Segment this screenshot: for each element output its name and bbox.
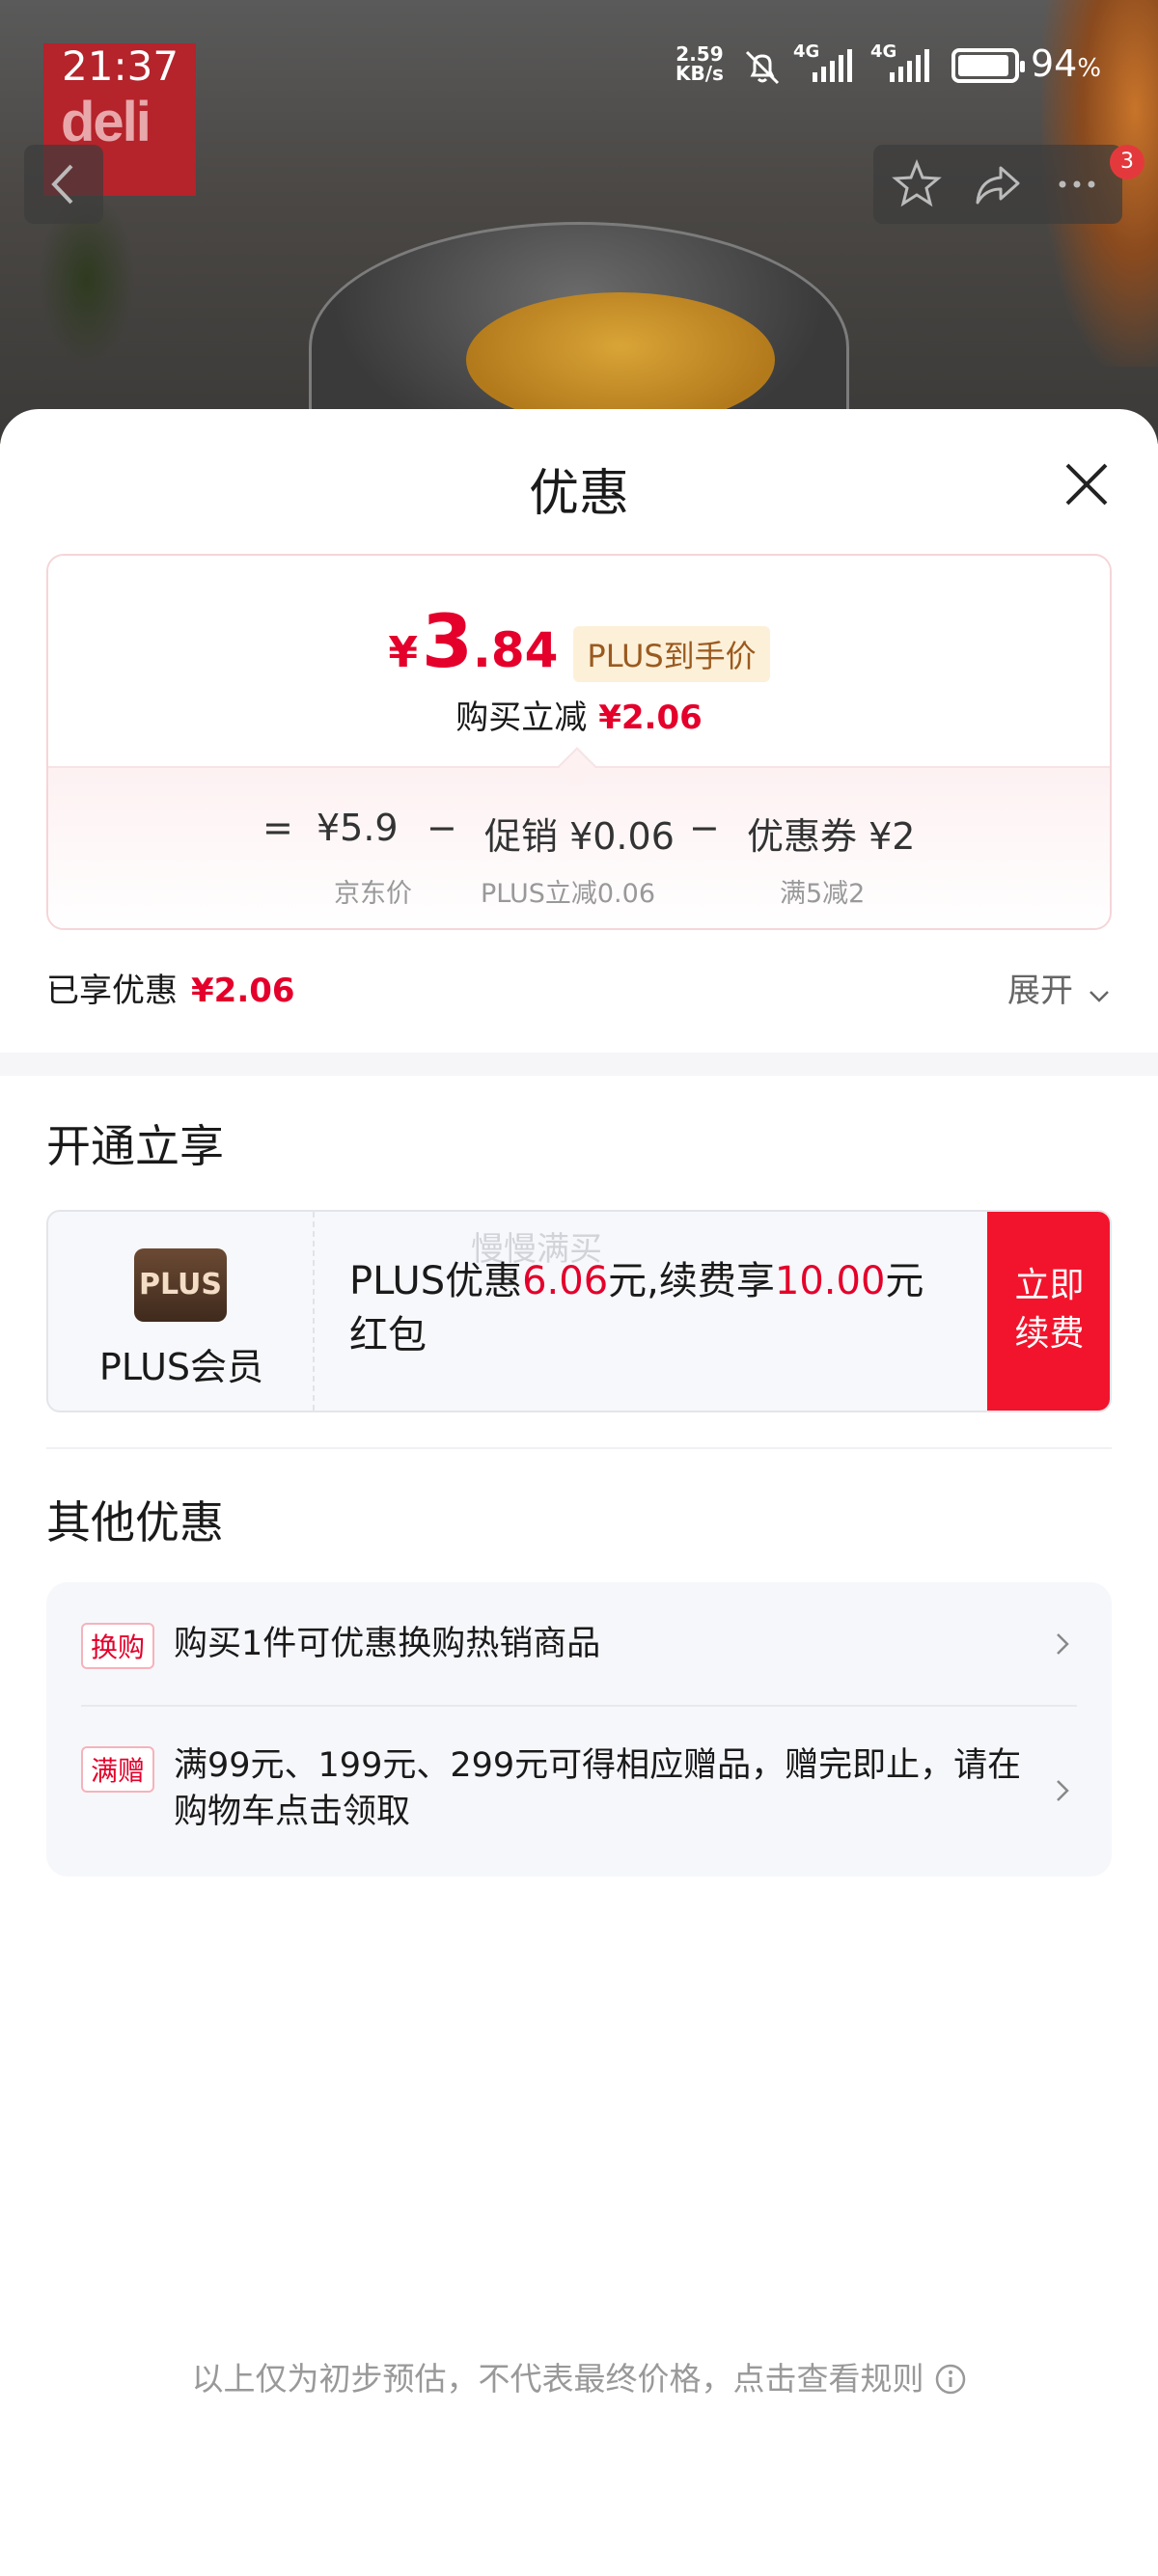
exchange-text: 购买1件可优惠换购热销商品 bbox=[174, 1625, 601, 1663]
plus-offer-text: PLUS优惠6.06元,续费享10.00元红包 bbox=[349, 1259, 924, 1357]
minus-sign: − bbox=[427, 807, 457, 849]
thin-divider bbox=[46, 1447, 1112, 1449]
sheet-title: 优惠 bbox=[528, 465, 629, 523]
jd-price-label: 京东价 bbox=[334, 879, 412, 909]
nav-actions bbox=[873, 145, 1122, 224]
renew-button[interactable]: 立即 续费 bbox=[987, 1212, 1110, 1411]
plus-logo: PLUS bbox=[134, 1248, 227, 1322]
close-icon[interactable] bbox=[1060, 457, 1114, 511]
product-orange bbox=[466, 292, 775, 427]
net-speed: 2.59 KB/s bbox=[676, 42, 724, 85]
chevron-right-icon[interactable] bbox=[1050, 1778, 1075, 1803]
signal-1-icon: 4G bbox=[793, 41, 861, 82]
coupon-value: 优惠券 ¥2 bbox=[747, 815, 916, 858]
price-breakdown: = ¥5.9 京东价 − 促销 ¥0.06 PLUS立减0.06 − 优惠券 ¥… bbox=[48, 766, 1110, 928]
notification-badge: 3 bbox=[1110, 145, 1144, 179]
promo-label: PLUS立减0.06 bbox=[481, 879, 655, 909]
share-icon[interactable] bbox=[972, 158, 1024, 210]
status-bar: 21:37 2.59 KB/s 4G 4G 94% bbox=[0, 0, 1158, 135]
section-divider bbox=[0, 1053, 1158, 1076]
exchange-tag: 换购 bbox=[81, 1623, 155, 1669]
equals-sign: = bbox=[262, 807, 293, 849]
minus-sign: − bbox=[689, 807, 720, 849]
chevron-left-icon bbox=[51, 164, 73, 205]
mute-icon bbox=[745, 50, 780, 85]
expand-button[interactable]: 展开 bbox=[1007, 964, 1073, 1011]
star-icon[interactable] bbox=[891, 158, 943, 210]
plus-price-tag: PLUS到手价 bbox=[573, 626, 770, 682]
plus-member-info: PLUS PLUS会员 bbox=[48, 1212, 315, 1411]
rules-note[interactable]: 以上仅为初步预估，不代表最终价格，点击查看规则 bbox=[0, 2353, 1158, 2399]
list-item-exchange[interactable]: 换购 购买1件可优惠换购热销商品 bbox=[46, 1582, 1112, 1706]
battery-percent: 94% bbox=[1031, 42, 1102, 85]
final-price: ¥3.84 PLUS到手价 bbox=[48, 598, 1110, 684]
more-icon[interactable] bbox=[1051, 158, 1103, 210]
info-icon[interactable] bbox=[934, 2363, 967, 2396]
list-item-gift[interactable]: 满赠 满99元、199元、299元可得相应赠品，赠完即止，请在购物车点击领取 bbox=[46, 1706, 1112, 1877]
price-summary-card: ¥3.84 PLUS到手价 购买立减 ¥2.06 = ¥5.9 京东价 − 促销 … bbox=[46, 554, 1112, 930]
other-offers-list: 换购 购买1件可优惠换购热销商品 满赠 满99元、199元、299元可得相应赠品… bbox=[46, 1582, 1112, 1877]
other-section-title: 其他优惠 bbox=[46, 1496, 224, 1548]
jd-price: ¥5.9 bbox=[317, 807, 399, 849]
chevron-down-icon[interactable] bbox=[1087, 984, 1112, 1009]
enjoyed-discount: 已享优惠 ¥2.06 bbox=[46, 972, 295, 1010]
signal-2-icon: 4G bbox=[870, 41, 938, 82]
reduce-line: 购买立减 ¥2.06 bbox=[455, 699, 703, 737]
price-summary-top: ¥3.84 PLUS到手价 购买立减 ¥2.06 bbox=[48, 556, 1110, 766]
battery-icon bbox=[951, 48, 1025, 83]
gift-text: 满99元、199元、299元可得相应赠品，赠完即止，请在购物车点击领取 bbox=[174, 1746, 1022, 1831]
coupon-label: 满5减2 bbox=[780, 879, 866, 909]
back-button[interactable] bbox=[24, 145, 103, 224]
promo-value: 促销 ¥0.06 bbox=[484, 815, 675, 858]
open-section-title: 开通立享 bbox=[46, 1120, 224, 1172]
watermark: 慢慢满买 bbox=[471, 1230, 602, 1269]
gift-tag: 满赠 bbox=[81, 1746, 155, 1793]
chevron-right-icon[interactable] bbox=[1050, 1631, 1075, 1657]
plus-member-label: PLUS会员 bbox=[98, 1346, 264, 1388]
status-time: 21:37 bbox=[62, 42, 179, 90]
discount-sheet: 优惠 ¥3.84 PLUS到手价 购买立减 ¥2.06 = ¥5.9 京东价 − … bbox=[0, 409, 1158, 2576]
